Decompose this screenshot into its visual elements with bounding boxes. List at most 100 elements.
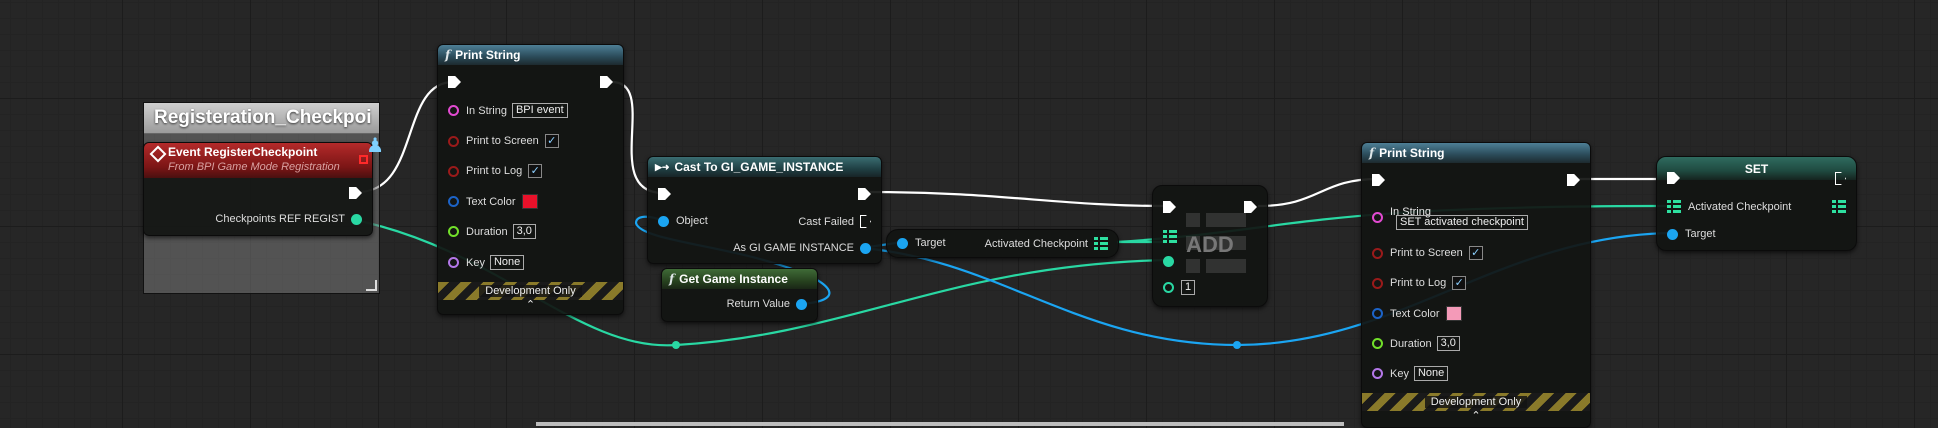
print1-exec-in[interactable] [448, 76, 461, 88]
exec-out-pin-icon[interactable] [349, 187, 362, 199]
array-out-pin-icon[interactable] [1094, 237, 1108, 250]
print2-key-row: Key None [1372, 366, 1449, 381]
bool-pin-icon[interactable] [448, 135, 459, 147]
print-string-node-1[interactable]: f Print String In String BPI event Print … [437, 44, 624, 315]
exec-in-pin-icon[interactable] [1667, 172, 1680, 184]
exec-out-pin-icon[interactable] [600, 76, 613, 88]
exec-out-pin-icon[interactable] [1244, 201, 1257, 213]
exec-in-pin-icon[interactable] [448, 76, 461, 88]
print2-key-label: Key [1390, 367, 1409, 380]
color-pin-icon[interactable] [1372, 308, 1383, 319]
print2-print-log-checkbox[interactable]: ✓ [1452, 276, 1467, 290]
print2-duration-input[interactable]: 3,0 [1436, 336, 1460, 351]
exec-in-pin-icon[interactable] [1372, 174, 1385, 186]
array-out-pin-icon[interactable] [1832, 200, 1846, 213]
event-out-ref-label: Checkpoints REF REGIST [215, 213, 345, 225]
print1-print-log-checkbox[interactable]: ✓ [528, 164, 543, 178]
activated-checkpoint-getter-node[interactable]: Target Activated Checkpoint [886, 229, 1119, 258]
getter-target-label: Target [915, 237, 946, 249]
object-out-pin-icon[interactable] [796, 298, 807, 310]
object-pin-icon[interactable] [1667, 228, 1678, 240]
comment-resize-handle[interactable] [366, 280, 377, 291]
function-icon: f [445, 48, 451, 62]
print1-key-input[interactable]: None [489, 255, 525, 270]
set-activated-checkpoint-node[interactable]: SET Activated Checkpoint Target [1656, 156, 1857, 251]
cast-as-gi-label: As GI GAME INSTANCE [733, 242, 854, 254]
bool-pin-icon[interactable] [1372, 247, 1383, 259]
array-in-pin-icon[interactable] [1163, 230, 1177, 243]
string-pin-icon[interactable] [448, 105, 459, 116]
add-index-out-row: 1 [1163, 280, 1196, 295]
name-pin-icon[interactable] [448, 257, 459, 268]
object-pin-icon[interactable] [658, 215, 669, 227]
print-string-node-2[interactable]: f Print String In String SET activated ch… [1361, 142, 1591, 428]
int-pin-icon[interactable] [1163, 282, 1174, 293]
print2-exec-in[interactable] [1372, 174, 1385, 186]
print2-key-input[interactable]: None [1413, 366, 1449, 381]
get-gi-title: Get Game Instance [679, 272, 788, 286]
print2-color-swatch[interactable] [1445, 306, 1462, 321]
set-activated-out[interactable] [1832, 200, 1846, 213]
print2-text-color-label: Text Color [1390, 307, 1440, 320]
array-item-pin-icon[interactable] [1163, 256, 1174, 267]
cast-to-gi-game-instance-node[interactable]: ▶➜ Cast To GI_GAME_INSTANCE Object Cast F… [647, 156, 882, 264]
print2-exec-out[interactable] [1567, 174, 1580, 186]
array-in-pin-icon[interactable] [1667, 200, 1681, 213]
exec-out-pin-icon[interactable] [1567, 174, 1580, 186]
set-target-row: Target [1667, 228, 1716, 240]
string-pin-icon[interactable] [1372, 212, 1383, 223]
name-pin-icon[interactable] [1372, 368, 1383, 379]
set-exec-out[interactable] [1835, 172, 1846, 185]
comment-title-bar: Registeration_Checkpoi [144, 103, 379, 134]
exec-out-hollow-pin-icon[interactable] [860, 215, 871, 228]
cast-exec-in[interactable] [658, 188, 671, 200]
float-pin-icon[interactable] [1372, 338, 1383, 349]
print1-print-screen-checkbox[interactable]: ✓ [544, 134, 559, 148]
set-title: SET [1744, 161, 1769, 176]
add-item-in[interactable] [1163, 256, 1174, 267]
event-out-ref-row[interactable]: Checkpoints REF REGIST [215, 213, 362, 225]
print2-expand-chevron-icon[interactable]: ⌃ [1471, 409, 1480, 422]
bool-pin-icon[interactable] [1372, 277, 1383, 289]
add-exec-in[interactable] [1163, 201, 1176, 213]
exec-out-hollow-pin-icon[interactable] [1835, 172, 1846, 185]
exec-in-pin-icon[interactable] [1163, 201, 1176, 213]
cast-object-row: Object [658, 215, 708, 227]
print1-expand-chevron-icon[interactable]: ⌃ [526, 298, 535, 311]
event-exec-out[interactable] [349, 187, 362, 199]
array-add-node[interactable]: ADD 1 [1152, 185, 1268, 307]
event-node-title: Event RegisterCheckpoint [168, 145, 318, 159]
interface-person-icon: ♟ [366, 135, 384, 157]
print1-key-row: Key None [448, 255, 525, 270]
exec-out-pin-icon[interactable] [858, 188, 871, 200]
print1-exec-out[interactable] [600, 76, 613, 88]
print1-duration-input[interactable]: 3,0 [512, 224, 536, 239]
print2-print-screen-checkbox[interactable]: ✓ [1468, 246, 1483, 260]
dev-only-label: Development Only [479, 285, 582, 297]
cast-exec-out[interactable] [858, 188, 871, 200]
add-index-value[interactable]: 1 [1181, 280, 1196, 295]
get-game-instance-node[interactable]: f Get Game Instance Return Value [661, 268, 818, 322]
array-out-pin-icon[interactable] [351, 213, 362, 225]
object-out-pin-icon[interactable] [860, 242, 871, 254]
print2-duration-label: Duration [1390, 337, 1432, 350]
add-exec-out[interactable] [1244, 201, 1257, 213]
print1-in-string-input[interactable]: BPI event [511, 103, 568, 118]
object-pin-icon[interactable] [897, 237, 908, 249]
exec-in-pin-icon[interactable] [658, 188, 671, 200]
set-exec-in[interactable] [1667, 172, 1680, 184]
function-icon: f [669, 272, 675, 286]
print2-in-string-input[interactable]: SET activated checkpoint [1396, 215, 1528, 230]
print1-in-string-row: In String BPI event [448, 103, 568, 118]
float-pin-icon[interactable] [448, 226, 459, 237]
dev-only-label: Development Only [1424, 396, 1528, 408]
print1-duration-row: Duration 3,0 [448, 224, 536, 239]
print1-in-string-label: In String [466, 104, 507, 117]
event-register-checkpoint-node[interactable]: Event RegisterCheckpoint From BPI Game M… [143, 135, 384, 236]
add-array-in[interactable] [1163, 230, 1177, 243]
horizontal-scrollbar[interactable] [536, 422, 1344, 426]
print2-print-screen-row: Print to Screen ✓ [1372, 246, 1483, 260]
color-pin-icon[interactable] [448, 196, 459, 207]
bool-pin-icon[interactable] [448, 165, 459, 177]
print1-color-swatch[interactable] [521, 194, 538, 209]
